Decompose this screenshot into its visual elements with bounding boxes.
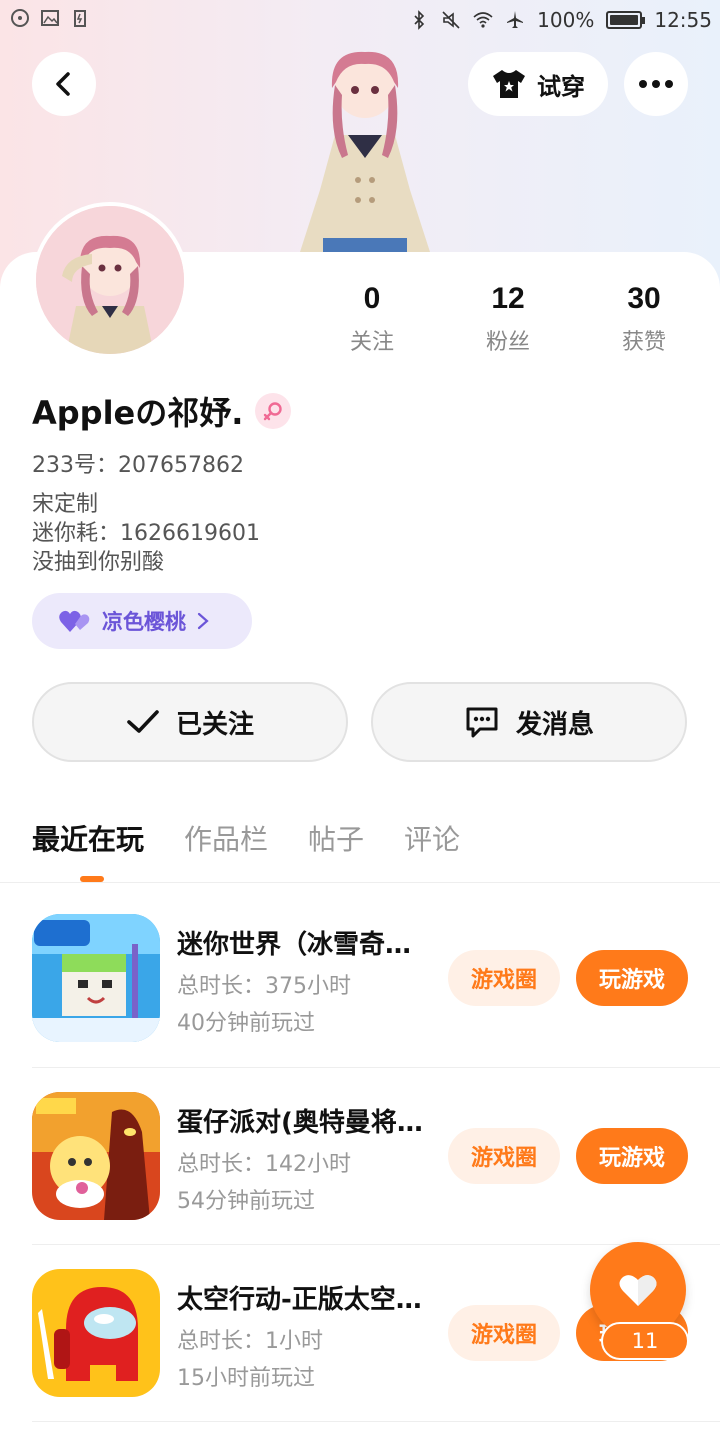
game-icon [32,1092,160,1220]
battery-icon [606,11,646,29]
bio-line: 宋定制 [32,492,99,517]
more-dots-icon [639,80,673,88]
game-row[interactable]: 迷你世界（冰雪奇… 总时长：375小时 40分钟前玩过 游戏圈 玩游戏 [32,914,688,1044]
followed-label: 已关注 [175,709,254,740]
tab-comments[interactable]: 评论 [404,818,460,858]
game-title: 蛋仔派对(奥特曼将… [177,1108,423,1138]
stat-label: 粉丝 [485,330,530,355]
game-duration: 总时长：375小时 [177,974,351,999]
stat-label: 关注 [349,330,394,355]
game-row[interactable]: 蛋仔派对(奥特曼将… 总时长：142小时 54分钟前玩过 游戏圈 玩游戏 [32,1092,688,1222]
gallery-icon [41,10,59,26]
row-divider [32,1421,720,1422]
clock: 12:55 [654,8,712,32]
avatar-image [36,206,184,354]
airplane-icon [507,11,524,28]
game-title: 迷你世界（冰雪奇… [177,930,412,960]
battery-percent: 100% [537,8,595,32]
tab-works[interactable]: 作品栏 [184,818,268,858]
couple-tag-button[interactable]: 凉色樱桃 [32,593,252,649]
play-game-button[interactable]: 玩游戏 [576,1128,688,1184]
bio-line: 迷你耗：1626619601 [32,521,260,546]
game-last-played: 15小时前玩过 [177,1366,315,1391]
game-icon [32,1269,160,1397]
bio: 宋定制 迷你耗：1626619601 没抽到你别酸 [32,490,260,577]
tag-label: 凉色樱桃 [102,610,186,634]
stat-label: 获赞 [621,330,666,355]
game-title: 太空行动-正版太空… [177,1285,422,1315]
game-circle-button[interactable]: 游戏圈 [448,1305,560,1361]
game-duration: 总时长：142小时 [177,1152,351,1177]
avatar-figure [300,51,430,252]
bio-line: 没抽到你别酸 [32,550,165,575]
chevron-left-icon [56,72,70,96]
wifi-icon [473,12,493,28]
game-circle-button[interactable]: 游戏圈 [448,950,560,1006]
more-button[interactable] [624,52,688,116]
tab-posts[interactable]: 帖子 [308,818,364,858]
battery-charge-icon [74,10,86,27]
send-message-label: 发消息 [515,709,594,740]
try-on-button[interactable]: 试穿 [468,52,608,116]
username-row: Appleの祁妤. [32,388,292,434]
stat-value: 12 [491,282,525,315]
record-icon [11,9,29,27]
game-last-played: 54分钟前玩过 [177,1189,315,1214]
stat-value: 30 [627,282,661,315]
game-duration: 总时长：1小时 [177,1329,323,1354]
followed-button[interactable]: 已关注 [32,682,348,762]
stat-value: 0 [363,282,381,315]
username: Appleの祁妤. [32,394,244,432]
heart-icon [619,1275,657,1306]
try-on-label: 试穿 [537,72,585,101]
row-divider [32,1244,720,1245]
tabs-divider [0,882,720,883]
play-game-button[interactable]: 玩游戏 [576,950,688,1006]
game-circle-button[interactable]: 游戏圈 [448,1128,560,1184]
tshirt-icon [493,70,525,98]
game-icon [32,914,160,1042]
like-count: 11 [601,1322,689,1360]
send-message-button[interactable]: 发消息 [371,682,687,762]
double-heart-icon [59,610,90,632]
profile-tabs: 最近在玩 作品栏 帖子 评论 [32,818,460,858]
tab-recent-games[interactable]: 最近在玩 [32,818,144,858]
profile-stats: 0 关注 12 粉丝 30 获赞 [304,282,712,356]
row-divider [32,1067,720,1068]
user-id: 233号：207657862 [32,453,244,478]
stat-fans[interactable]: 12 粉丝 [440,282,576,356]
back-button[interactable] [32,52,96,116]
chevron-right-icon [197,612,209,630]
stat-likes[interactable]: 30 获赞 [576,282,712,356]
stat-following[interactable]: 0 关注 [304,282,440,356]
check-icon [127,710,159,733]
avatar[interactable] [32,202,188,358]
mute-icon [442,11,460,29]
status-bar: 100% 12:55 [0,0,720,44]
female-gender-icon [255,393,292,429]
message-bubble-icon [466,707,498,738]
bluetooth-icon [414,10,425,30]
game-last-played: 40分钟前玩过 [177,1011,315,1036]
